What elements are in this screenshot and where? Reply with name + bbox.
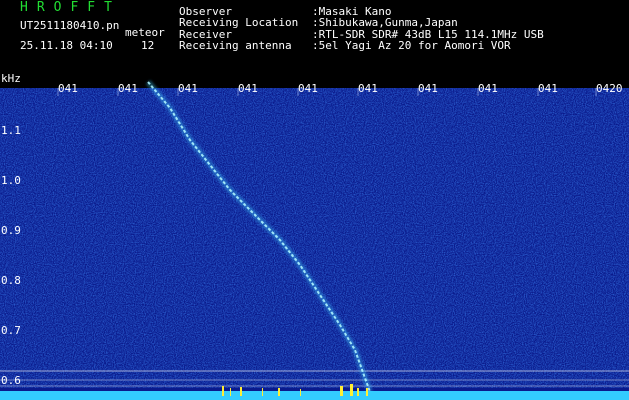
y-tick-label: 0.8: [1, 274, 21, 287]
time-tick-label: 041: [238, 82, 258, 95]
y-tick-label: 0.6: [1, 374, 21, 387]
y-tick-label: 0.7: [1, 324, 21, 337]
info-label-antenna: Receiving antenna: [179, 39, 292, 52]
time-tick-label: 041: [58, 82, 78, 95]
y-tick-label: 0.9: [1, 224, 21, 237]
time-tick-label: 0420: [596, 82, 623, 95]
time-tick-label: 041: [118, 82, 138, 95]
app-logo: HROFFT: [20, 0, 121, 15]
y-unit-label: kHz: [1, 72, 21, 85]
time-tick-label: 041: [478, 82, 498, 95]
hrofft-window: kHz 1.1 1.0 0.9 0.8 0.7 0.6 041 041 041 …: [0, 0, 629, 400]
info-value-antenna: :5el Yagi Az 20 for Aomori VOR: [312, 39, 511, 52]
spectrogram-plot: kHz 1.1 1.0 0.9 0.8 0.7 0.6 041 041 041 …: [0, 72, 629, 400]
file-name: UT2511180410.pn: [20, 19, 120, 32]
y-tick-label: 1.0: [1, 174, 21, 187]
time-tick-label: 041: [418, 82, 438, 95]
time-tick-label: 041: [178, 82, 198, 95]
time-tick-label: 041: [358, 82, 378, 95]
date-time: 25.11.18 04:10: [20, 39, 113, 52]
y-tick-label: 1.1: [1, 124, 21, 137]
time-tick-label: 041: [538, 82, 558, 95]
time-tick-label: 041: [298, 82, 318, 95]
meteor-count: 12: [141, 39, 155, 52]
mode-label: meteor: [125, 26, 165, 39]
spectrogram-noise: [0, 88, 629, 388]
baseline-band: [0, 391, 629, 400]
